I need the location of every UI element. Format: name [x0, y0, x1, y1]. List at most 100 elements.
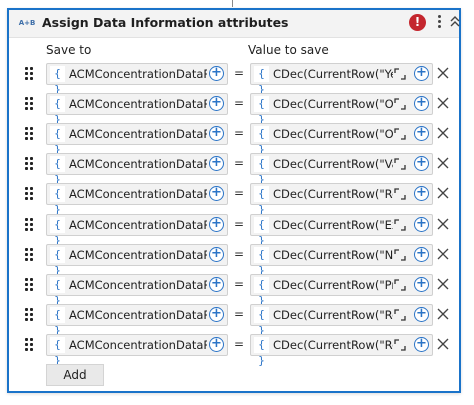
drag-handle-icon[interactable]	[25, 157, 35, 171]
plus-icon[interactable]: +	[209, 186, 224, 201]
value-to-save-field[interactable]: { } CDec(CurrentRow("Re +	[250, 334, 433, 367]
save-to-field[interactable]: { } ACMConcentrationDataRe +	[46, 93, 228, 126]
expand-editor-icon[interactable]	[394, 279, 406, 291]
drag-handle-icon[interactable]	[25, 248, 35, 262]
plus-icon[interactable]: +	[414, 96, 429, 111]
value-to-save-field[interactable]: { } CDec(CurrentRow("Nu +	[250, 244, 433, 277]
save-to-variable[interactable]: ACMConcentrationDataRe	[69, 187, 207, 201]
expand-editor-icon[interactable]	[394, 128, 406, 140]
drag-handle-icon[interactable]	[25, 218, 35, 232]
collapse-icon[interactable]	[449, 13, 461, 31]
save-to-variable[interactable]: ACMConcentrationDataRe	[69, 338, 207, 352]
plus-icon[interactable]: +	[414, 307, 429, 322]
expand-editor-icon[interactable]	[394, 188, 406, 200]
value-expression[interactable]: CDec(CurrentRow("Re	[273, 187, 393, 201]
value-expression[interactable]: CDec(CurrentRow("Re	[273, 338, 393, 352]
save-to-field[interactable]: { } ACMConcentrationDataRe +	[46, 214, 228, 247]
drag-handle-icon[interactable]	[25, 187, 35, 201]
plus-icon[interactable]: +	[209, 217, 224, 232]
expression-braces-icon: { }	[50, 247, 65, 277]
expand-editor-icon[interactable]	[394, 68, 406, 80]
plus-icon[interactable]: +	[209, 96, 224, 111]
expand-editor-icon[interactable]	[394, 219, 406, 231]
plus-icon[interactable]: +	[209, 247, 224, 262]
drag-handle-icon[interactable]	[25, 97, 35, 111]
value-expression[interactable]: CDec(CurrentRow("Ob	[273, 97, 393, 111]
plus-icon[interactable]: +	[209, 126, 224, 141]
expand-editor-icon[interactable]	[394, 309, 406, 321]
save-to-variable[interactable]: ACMConcentrationDataRe	[69, 248, 207, 262]
delete-row-icon[interactable]	[436, 126, 450, 140]
plus-icon[interactable]: +	[414, 66, 429, 81]
plus-icon[interactable]: +	[414, 217, 429, 232]
add-button[interactable]: Add	[46, 364, 104, 386]
save-to-field[interactable]: { } ACMConcentrationDataRe +	[46, 123, 228, 156]
save-to-field[interactable]: { } ACMConcentrationDataRe +	[46, 274, 228, 307]
value-to-save-field[interactable]: { } CDec(CurrentRow("Ye +	[250, 63, 433, 96]
delete-row-icon[interactable]	[436, 277, 450, 291]
drag-handle-icon[interactable]	[25, 67, 35, 81]
save-to-variable[interactable]: ACMConcentrationDataRe	[69, 218, 207, 232]
value-expression[interactable]: CDec(CurrentRow("Va	[273, 157, 393, 171]
plus-icon[interactable]: +	[209, 156, 224, 171]
value-expression[interactable]: CDec(CurrentRow("Ex	[273, 218, 393, 232]
delete-row-icon[interactable]	[436, 307, 450, 321]
plus-icon[interactable]: +	[209, 277, 224, 292]
equals-sign: =	[234, 126, 245, 140]
save-to-variable[interactable]: ACMConcentrationDataRe	[69, 308, 207, 322]
plus-icon[interactable]: +	[414, 126, 429, 141]
activity-title[interactable]: Assign Data Information attributes	[42, 15, 288, 30]
value-expression[interactable]: CDec(CurrentRow("Ob	[273, 127, 393, 141]
value-to-save-field[interactable]: { } CDec(CurrentRow("Re +	[250, 183, 433, 216]
save-to-field[interactable]: { } ACMConcentrationDataRe +	[46, 334, 228, 367]
plus-icon[interactable]: +	[414, 186, 429, 201]
plus-icon[interactable]: +	[414, 247, 429, 262]
plus-icon[interactable]: +	[414, 277, 429, 292]
delete-row-icon[interactable]	[436, 96, 450, 110]
expand-editor-icon[interactable]	[394, 339, 406, 351]
delete-row-icon[interactable]	[436, 337, 450, 351]
expand-editor-icon[interactable]	[394, 249, 406, 261]
value-to-save-field[interactable]: { } CDec(CurrentRow("Ex +	[250, 214, 433, 247]
value-to-save-field[interactable]: { } CDec(CurrentRow("Ob +	[250, 123, 433, 156]
plus-icon[interactable]: +	[209, 337, 224, 352]
assign-activity-card[interactable]: A+B Assign Data Information attributes !…	[7, 8, 461, 393]
plus-icon[interactable]: +	[414, 337, 429, 352]
drag-handle-icon[interactable]	[25, 308, 35, 322]
plus-icon[interactable]: +	[209, 66, 224, 81]
delete-row-icon[interactable]	[436, 156, 450, 170]
value-to-save-field[interactable]: { } CDec(CurrentRow("Pri +	[250, 274, 433, 307]
value-to-save-field[interactable]: { } CDec(CurrentRow("Ob +	[250, 93, 433, 126]
save-to-field[interactable]: { } ACMConcentrationDataRe +	[46, 304, 228, 337]
value-expression[interactable]: CDec(CurrentRow("Pri	[273, 278, 393, 292]
value-expression[interactable]: CDec(CurrentRow("Re	[273, 308, 393, 322]
save-to-field[interactable]: { } ACMConcentrationDataRe +	[46, 183, 228, 216]
delete-row-icon[interactable]	[436, 217, 450, 231]
expand-editor-icon[interactable]	[394, 158, 406, 170]
value-to-save-field[interactable]: { } CDec(CurrentRow("Va +	[250, 153, 433, 186]
delete-row-icon[interactable]	[436, 66, 450, 80]
save-to-field[interactable]: { } ACMConcentrationDataRe +	[46, 153, 228, 186]
expand-editor-icon[interactable]	[394, 98, 406, 110]
value-expression[interactable]: CDec(CurrentRow("Nu	[273, 248, 393, 262]
save-to-variable[interactable]: ACMConcentrationDataRe	[69, 97, 207, 111]
delete-row-icon[interactable]	[436, 247, 450, 261]
plus-icon[interactable]: +	[414, 156, 429, 171]
equals-sign: =	[234, 307, 245, 321]
delete-row-icon[interactable]	[436, 186, 450, 200]
save-to-variable[interactable]: ACMConcentrationDataRe	[69, 127, 207, 141]
save-to-variable[interactable]: ACMConcentrationDataRe	[69, 67, 207, 81]
save-to-variable[interactable]: ACMConcentrationDataRe	[69, 157, 207, 171]
value-expression[interactable]: CDec(CurrentRow("Ye	[273, 67, 393, 81]
assignment-row: { } ACMConcentrationDataRe + = { } CDec(…	[9, 334, 459, 367]
save-to-field[interactable]: { } ACMConcentrationDataRe +	[46, 244, 228, 277]
drag-handle-icon[interactable]	[25, 278, 35, 292]
plus-icon[interactable]: +	[209, 307, 224, 322]
save-to-field[interactable]: { } ACMConcentrationDataRe +	[46, 63, 228, 96]
value-to-save-field[interactable]: { } CDec(CurrentRow("Re +	[250, 304, 433, 337]
more-options-icon[interactable]	[434, 13, 444, 33]
drag-handle-icon[interactable]	[25, 338, 35, 352]
error-icon[interactable]: !	[409, 14, 426, 31]
drag-handle-icon[interactable]	[25, 127, 35, 141]
save-to-variable[interactable]: ACMConcentrationDataRe	[69, 278, 207, 292]
